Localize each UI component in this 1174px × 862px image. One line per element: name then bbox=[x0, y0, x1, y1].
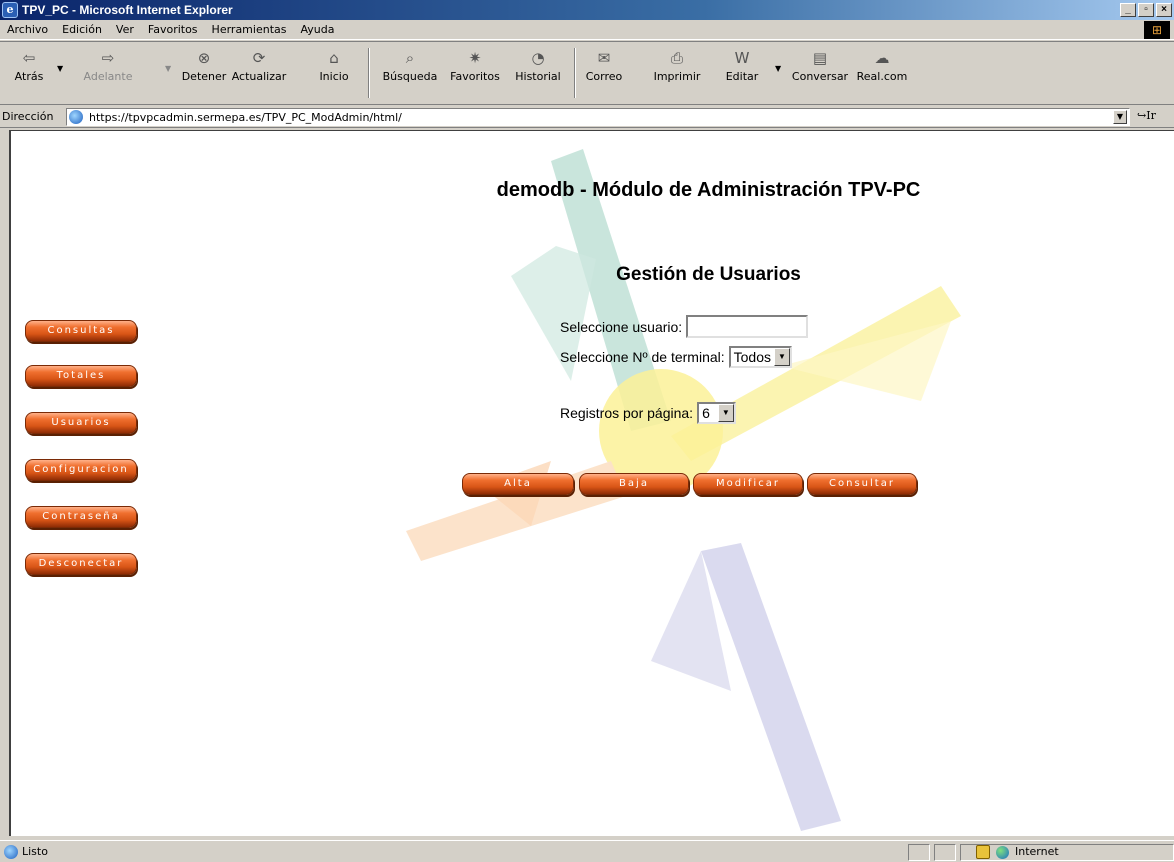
window-title: TPV_PC - Microsoft Internet Explorer bbox=[22, 3, 233, 17]
go-arrow-icon: ↪ bbox=[1137, 109, 1147, 122]
menu-ayuda[interactable]: Ayuda bbox=[293, 23, 341, 36]
add-button[interactable]: Alta bbox=[462, 473, 574, 495]
user-row: Seleccione usuario: bbox=[560, 315, 809, 338]
status-bar: Listo Internet bbox=[0, 840, 1174, 862]
user-label: Seleccione usuario: bbox=[560, 318, 683, 335]
back-button[interactable]: ⇦ Atrás bbox=[8, 46, 50, 102]
records-label: Registros por página: bbox=[560, 405, 694, 421]
sidebar-item-contrasena[interactable]: Contraseña bbox=[25, 506, 137, 528]
sidebar-item-desconectar[interactable]: Desconectar bbox=[25, 553, 137, 575]
forward-arrow-icon: ⇨ bbox=[101, 49, 115, 67]
back-arrow-icon: ⇦ bbox=[22, 49, 36, 67]
menu-bar: Archivo Edición Ver Favoritos Herramient… bbox=[0, 20, 1174, 40]
favorites-icon: ✷ bbox=[468, 49, 482, 67]
status-panel bbox=[934, 844, 956, 861]
address-url: https://tpvpcadmin.sermepa.es/TPV_PC_Mod… bbox=[89, 110, 402, 124]
address-label: Dirección bbox=[2, 110, 54, 123]
zone-label: Internet bbox=[1015, 845, 1059, 858]
menu-favoritos[interactable]: Favoritos bbox=[141, 23, 205, 36]
sidebar-item-usuarios[interactable]: Usuarios bbox=[25, 412, 137, 434]
history-icon: ◔ bbox=[531, 49, 545, 67]
address-input[interactable]: https://tpvpcadmin.sermepa.es/TPV_PC_Mod… bbox=[66, 108, 1130, 126]
discuss-button[interactable]: ▤ Conversar bbox=[790, 46, 850, 102]
records-select[interactable]: 6 ▼ bbox=[697, 402, 736, 424]
realcom-icon: ☁ bbox=[874, 49, 890, 67]
menu-archivo[interactable]: Archivo bbox=[0, 23, 55, 36]
print-icon: ⎙ bbox=[670, 49, 683, 67]
address-dropdown-icon[interactable]: ▼ bbox=[1113, 110, 1127, 124]
page-icon bbox=[69, 110, 83, 124]
home-button[interactable]: ⌂ Inicio bbox=[314, 46, 354, 102]
user-input[interactable] bbox=[686, 315, 809, 338]
chevron-down-icon: ▼ bbox=[774, 348, 790, 366]
menu-edicion[interactable]: Edición bbox=[55, 23, 109, 36]
realcom-button[interactable]: ☁ Real.com bbox=[854, 46, 910, 102]
sidebar-item-consultas[interactable]: Consultas bbox=[25, 320, 137, 342]
stop-button[interactable]: ⊗ Detener bbox=[176, 46, 232, 102]
query-button[interactable]: Consultar bbox=[807, 473, 917, 495]
back-dropdown-icon[interactable]: ▼ bbox=[52, 46, 63, 102]
home-icon: ⌂ bbox=[329, 49, 339, 67]
windows-logo-icon: ⊞ bbox=[1144, 21, 1170, 39]
terminal-row: Seleccione Nº de terminal: Todos ▼ bbox=[560, 346, 792, 368]
section-title: Gestión de Usuarios bbox=[616, 264, 801, 285]
ie-icon: e bbox=[2, 2, 18, 18]
refresh-icon: ⟳ bbox=[252, 49, 266, 67]
page-status-icon bbox=[4, 844, 18, 859]
history-button[interactable]: ◔ Historial bbox=[512, 46, 564, 102]
lock-icon bbox=[976, 845, 990, 859]
sidebar-item-totales[interactable]: Totales bbox=[25, 365, 137, 387]
title-bar: e TPV_PC - Microsoft Internet Explorer _… bbox=[0, 0, 1174, 20]
records-select-value: 6 bbox=[702, 405, 710, 421]
search-button[interactable]: ⌕ Búsqueda bbox=[380, 46, 440, 102]
page-content: demodb - Módulo de Administración TPV-PC… bbox=[9, 130, 1174, 836]
favorites-button[interactable]: ✷ Favoritos bbox=[444, 46, 506, 102]
forward-button[interactable]: ⇨ Adelante bbox=[68, 46, 148, 102]
word-icon: W bbox=[734, 49, 750, 67]
menu-herramientas[interactable]: Herramientas bbox=[205, 23, 294, 36]
discuss-icon: ▤ bbox=[812, 49, 828, 67]
status-text: Listo bbox=[22, 845, 48, 858]
edit-button[interactable]: W Editar bbox=[720, 46, 764, 102]
remove-button[interactable]: Baja bbox=[579, 473, 689, 495]
page-title: demodb - Módulo de Administración TPV-PC bbox=[496, 179, 921, 201]
status-zone-panel bbox=[960, 844, 1174, 861]
maximize-button[interactable]: ▫ bbox=[1138, 3, 1154, 17]
chevron-down-icon: ▼ bbox=[717, 404, 734, 422]
minimize-button[interactable]: _ bbox=[1120, 3, 1136, 17]
stop-icon: ⊗ bbox=[197, 49, 211, 67]
sidebar-item-configuracion[interactable]: Configuracion bbox=[25, 459, 137, 481]
toolbar-separator bbox=[368, 48, 370, 98]
go-button[interactable]: ↪Ir bbox=[1137, 109, 1156, 122]
edit-dropdown-icon[interactable]: ▼ bbox=[770, 46, 781, 102]
modify-button[interactable]: Modificar bbox=[693, 473, 803, 495]
mail-button[interactable]: ✉ Correo bbox=[584, 46, 624, 102]
toolbar: ⇦ Atrás ▼ ⇨ Adelante ▼ ⊗ Detener ⟳ Actua… bbox=[0, 41, 1174, 105]
terminal-select[interactable]: Todos ▼ bbox=[728, 346, 792, 368]
menu-ver[interactable]: Ver bbox=[109, 23, 141, 36]
internet-zone-icon bbox=[996, 846, 1009, 859]
search-icon: ⌕ bbox=[405, 49, 415, 67]
terminal-select-value: Todos bbox=[733, 349, 771, 365]
close-button[interactable]: × bbox=[1156, 3, 1172, 17]
print-button[interactable]: ⎙ Imprimir bbox=[648, 46, 706, 102]
records-row: Registros por página: 6 ▼ bbox=[560, 402, 736, 424]
status-panel bbox=[908, 844, 930, 861]
forward-dropdown-icon[interactable]: ▼ bbox=[160, 46, 171, 102]
address-bar: Dirección https://tpvpcadmin.sermepa.es/… bbox=[0, 106, 1174, 128]
mail-icon: ✉ bbox=[597, 49, 611, 67]
terminal-label: Seleccione Nº de terminal: bbox=[560, 349, 725, 365]
refresh-button[interactable]: ⟳ Actualizar bbox=[226, 46, 292, 102]
toolbar-separator bbox=[574, 48, 576, 98]
